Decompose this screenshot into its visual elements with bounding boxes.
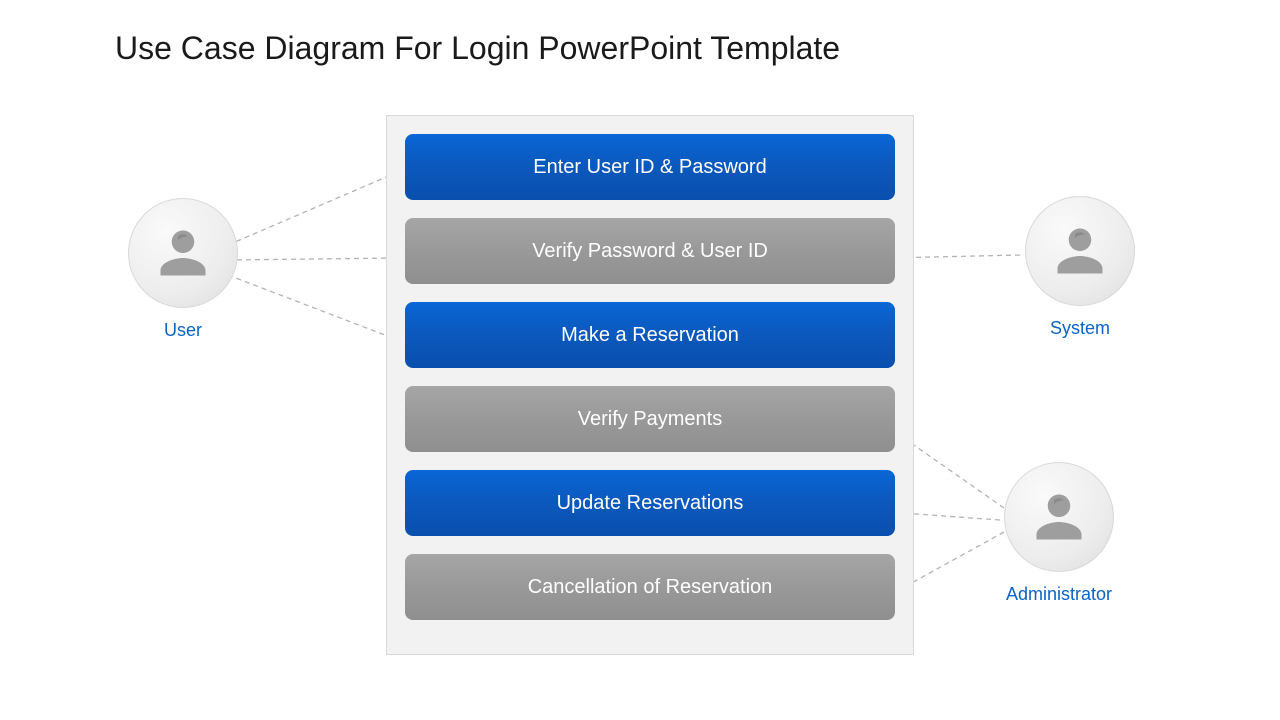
system-boundary: Enter User ID & Password Verify Password… [386, 115, 914, 655]
actor-admin-label: Administrator [994, 584, 1124, 605]
actor-user: User [118, 198, 248, 341]
use-case-label: Verify Payments [578, 408, 723, 431]
slide-title: Use Case Diagram For Login PowerPoint Te… [115, 30, 840, 67]
actor-user-label: User [118, 320, 248, 341]
use-case-make-reservation: Make a Reservation [405, 302, 895, 368]
use-case-cancel-reservation: Cancellation of Reservation [405, 554, 895, 620]
actor-system-label: System [1015, 318, 1145, 339]
use-case-label: Make a Reservation [561, 324, 739, 347]
use-case-label: Verify Password & User ID [532, 240, 768, 263]
person-icon [153, 223, 213, 283]
use-case-verify-credentials: Verify Password & User ID [405, 218, 895, 284]
actor-system-avatar [1025, 196, 1135, 306]
actor-admin-avatar [1004, 462, 1114, 572]
use-case-enter-credentials: Enter User ID & Password [405, 134, 895, 200]
use-case-update-reservations: Update Reservations [405, 470, 895, 536]
actor-user-avatar [128, 198, 238, 308]
use-case-label: Cancellation of Reservation [528, 576, 773, 599]
use-case-label: Update Reservations [557, 492, 744, 515]
person-icon [1050, 221, 1110, 281]
use-case-verify-payments: Verify Payments [405, 386, 895, 452]
person-icon [1029, 487, 1089, 547]
actor-system: System [1015, 196, 1145, 339]
use-case-label: Enter User ID & Password [533, 156, 766, 179]
actor-admin: Administrator [994, 462, 1124, 605]
